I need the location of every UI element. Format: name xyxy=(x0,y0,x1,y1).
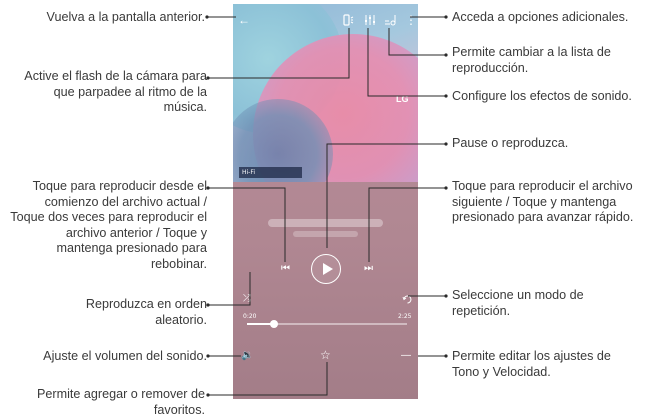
play-icon[interactable] xyxy=(311,254,341,284)
repeat-icon[interactable] xyxy=(402,294,413,308)
progress-bar[interactable] xyxy=(247,320,407,328)
music-player-screen: LG Hi-Fi ← ⋮ ⏮ ⏭ ⤮ 0:20 2:25 🔉 ☆ — xyxy=(233,4,418,399)
annotation-play: Pause o reproduzca. xyxy=(452,136,569,150)
annotation-effects: Configure los efectos de sonido. xyxy=(452,89,632,103)
annotation-shuffle: Reproduzca en orden aleatorio. xyxy=(85,297,207,327)
next-icon[interactable]: ⏭ xyxy=(364,264,373,274)
shuffle-icon[interactable]: ⤮ xyxy=(243,294,251,304)
brand-logo: LG xyxy=(396,94,409,104)
total-time: 2:25 xyxy=(398,313,412,320)
annotation-flash: Active el flash de la cámara para que pa… xyxy=(24,69,207,114)
progress-knob[interactable] xyxy=(270,320,279,328)
annotation-volume: Ajuste el volumen del sonido. xyxy=(43,349,207,363)
flash-icon[interactable] xyxy=(342,14,354,28)
star-icon[interactable]: ☆ xyxy=(320,349,331,361)
album-art: LG Hi-Fi xyxy=(233,4,418,182)
annotation-more: Acceda a opciones adicionales. xyxy=(452,10,629,24)
hifi-badge: Hi-Fi xyxy=(239,167,302,178)
annotation-back: Vuelva a la pantalla anterior. xyxy=(46,10,205,24)
playlist-icon[interactable] xyxy=(384,14,396,28)
annotation-favorite: Permite agregar o remover de favoritos. xyxy=(37,387,205,417)
back-arrow-icon[interactable]: ← xyxy=(238,14,250,26)
elapsed-time: 0:20 xyxy=(243,313,257,320)
annotation-restart: Toque para reproducir desde el comienzo … xyxy=(10,179,207,271)
annotation-pitch: Permite editar los ajustes de Tono y Vel… xyxy=(452,349,611,379)
annotation-repeat: Seleccione un modo de repetición. xyxy=(452,288,584,318)
volume-icon[interactable]: 🔉 xyxy=(241,351,253,361)
annotation-next: Toque para reproducir el archivo siguien… xyxy=(452,179,634,224)
pitch-speed-icon[interactable]: — xyxy=(401,351,411,361)
annotation-playlist: Permite cambiar a la lista de reproducci… xyxy=(452,45,611,75)
previous-icon[interactable]: ⏮ xyxy=(281,264,290,274)
song-title xyxy=(268,219,383,227)
more-vertical-icon[interactable]: ⋮ xyxy=(405,14,417,26)
equalizer-icon[interactable] xyxy=(364,14,376,28)
artist-name xyxy=(293,231,358,237)
